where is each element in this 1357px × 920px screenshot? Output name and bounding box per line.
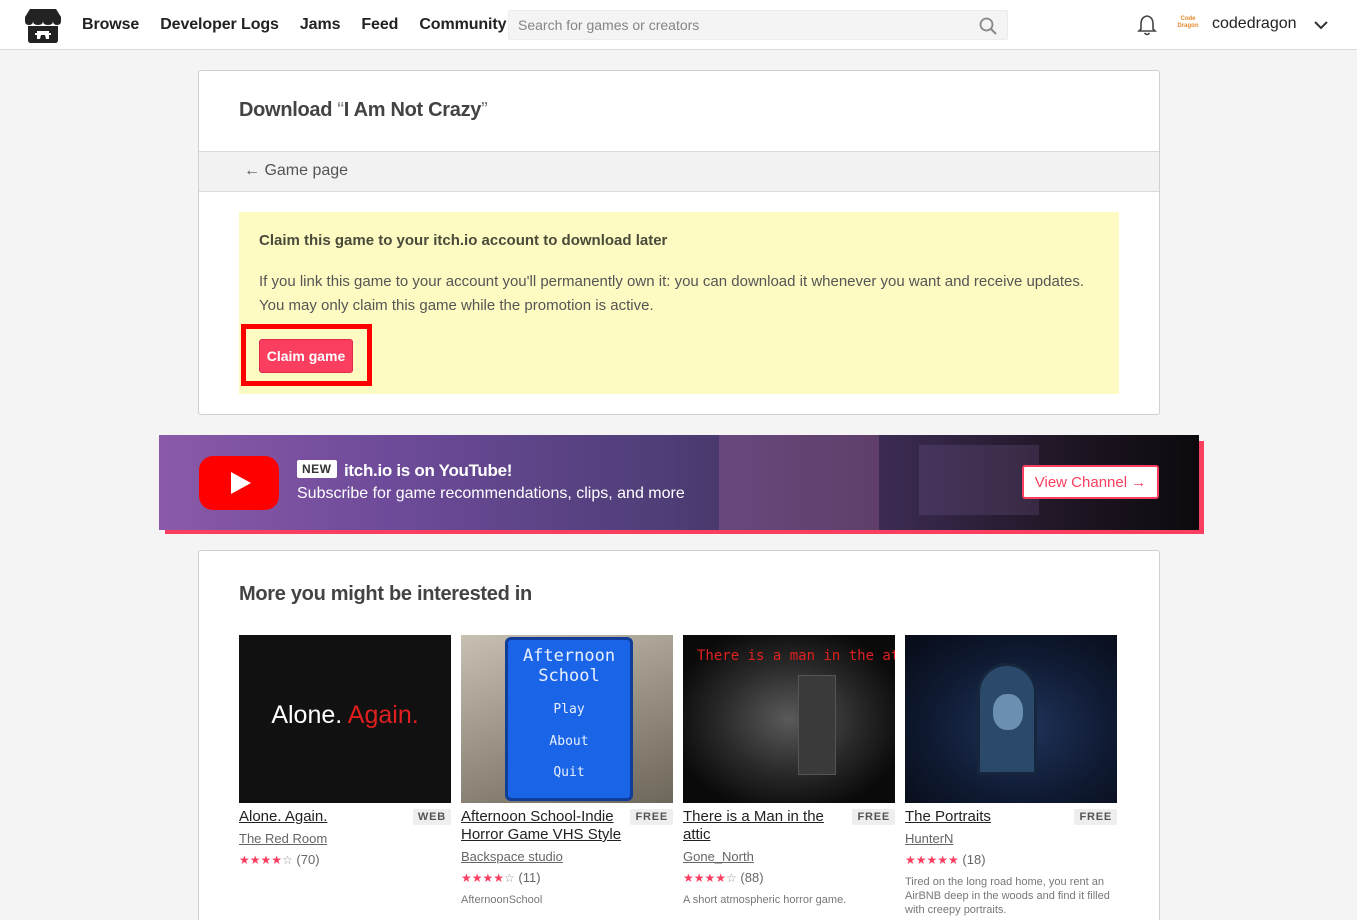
thumbnail-menu-about: About [549, 734, 589, 749]
game-cell: The Portraits FREE HunterN ★★★★★ (18) Ti… [905, 635, 1117, 916]
nav-browse[interactable]: Browse [82, 16, 139, 34]
star-rating-icon: ★★★★☆ [239, 853, 293, 867]
thumbnail-title: Afternoon School [522, 646, 616, 686]
game-rating: ★★★★★ (18) [905, 852, 986, 867]
new-badge: NEW [297, 460, 337, 478]
thumbnail-text-white: Alone. [271, 701, 343, 729]
nav-developer-logs[interactable]: Developer Logs [160, 16, 279, 34]
star-rating-icon: ★★★★☆ [461, 871, 515, 885]
game-author[interactable]: Backspace studio [461, 849, 563, 864]
back-bar: ← Game page [199, 151, 1159, 192]
thumbnail-menu-quit: Quit [553, 765, 585, 780]
rating-count: (70) [296, 852, 320, 867]
thumbnail-face [993, 694, 1023, 730]
banner-background-art [719, 435, 879, 530]
notification-bell-icon[interactable] [1136, 14, 1158, 36]
title-prefix: Download [239, 99, 333, 121]
game-thumbnail[interactable]: There is a man in the attic [683, 635, 895, 803]
game-rating: ★★★★☆ (11) [461, 870, 541, 885]
username[interactable]: codedragon [1212, 15, 1297, 33]
claim-description: If you link this game to your account yo… [259, 273, 1084, 314]
game-name: I Am Not Crazy [343, 99, 482, 121]
search-box [508, 10, 1008, 40]
search-input[interactable] [509, 11, 969, 39]
claim-game-button[interactable]: Claim game [259, 339, 353, 373]
game-author[interactable]: The Red Room [239, 831, 327, 846]
close-quote: ” [481, 99, 488, 121]
view-channel-button[interactable]: View Channel → [1022, 465, 1159, 499]
nav-feed[interactable]: Feed [361, 16, 398, 34]
youtube-banner-title: itch.io is on YouTube! [344, 461, 513, 480]
rating-count: (18) [962, 852, 986, 867]
game-author[interactable]: Gone_North [683, 849, 754, 864]
game-title[interactable]: There is a Man in the attic [683, 808, 848, 844]
itchio-logo-icon[interactable] [24, 7, 62, 44]
price-tag: FREE [852, 809, 895, 825]
star-rating-icon: ★★★★★ [905, 853, 959, 867]
thumbnail-door [798, 675, 836, 775]
game-title[interactable]: Afternoon School-Indie Horror Game VHS S… [461, 808, 626, 844]
chevron-down-icon[interactable] [1312, 16, 1330, 34]
game-description: Tired on the long road home, you rent an… [905, 876, 1110, 916]
price-tag: FREE [630, 809, 673, 825]
game-cell: Alone. Again. Alone. Again. WEB The Red … [239, 635, 451, 867]
thumbnail-text-red: Again. [347, 701, 419, 729]
search-icon[interactable] [979, 17, 997, 35]
game-title[interactable]: Alone. Again. [239, 808, 404, 826]
claim-title: Claim this game to your itch.io account … [259, 232, 668, 249]
price-tag: FREE [1074, 809, 1117, 825]
recommendations-panel: More you might be interested in Alone. A… [198, 550, 1160, 920]
page-title: Download “I Am Not Crazy” [239, 99, 488, 122]
youtube-banner[interactable]: NEW itch.io is on YouTube! Subscribe for… [159, 435, 1199, 530]
download-panel: Download “I Am Not Crazy” ← Game page Cl… [198, 70, 1160, 415]
thumbnail-text: Alone. Again. [239, 701, 451, 730]
game-cell: There is a man in the attic There is a M… [683, 635, 895, 906]
main-nav: Browse Developer Logs Jams Feed Communit… [82, 0, 527, 50]
game-page-link[interactable]: ← Game page [244, 162, 348, 180]
thumbnail-screen: Afternoon School Play About Quit [505, 637, 633, 801]
game-cell: Afternoon School Play About Quit Afterno… [461, 635, 673, 906]
game-rating: ★★★★☆ (88) [683, 870, 764, 885]
thumbnail-menu-play: Play [553, 702, 585, 717]
nav-community[interactable]: Community [419, 16, 506, 34]
banner-background-art [919, 445, 1039, 515]
platform-tag: WEB [412, 809, 451, 825]
avatar[interactable]: Code Dragon [1174, 13, 1202, 37]
recommendations-title: More you might be interested in [239, 583, 532, 605]
rating-count: (11) [518, 870, 541, 885]
game-title[interactable]: The Portraits [905, 808, 1070, 826]
youtube-logo-icon [199, 456, 279, 510]
rating-count: (88) [740, 870, 764, 885]
game-thumbnail[interactable]: Afternoon School Play About Quit [461, 635, 673, 803]
nav-jams[interactable]: Jams [300, 16, 341, 34]
game-rating: ★★★★☆ (70) [239, 852, 320, 867]
game-description: A short atmospheric horror game. [683, 894, 847, 906]
game-thumbnail[interactable]: Alone. Again. [239, 635, 451, 803]
top-header: Browse Developer Logs Jams Feed Communit… [0, 0, 1357, 50]
thumbnail-caption: There is a man in the attic [697, 648, 895, 664]
claim-notice: Claim this game to your itch.io account … [239, 212, 1119, 394]
game-thumbnail[interactable] [905, 635, 1117, 803]
thumbnail-portrait [977, 663, 1037, 775]
game-description: AfternoonSchool [461, 894, 543, 906]
game-author[interactable]: HunterN [905, 831, 953, 846]
star-rating-icon: ★★★★☆ [683, 871, 737, 885]
youtube-banner-subtitle: Subscribe for game recommendations, clip… [297, 485, 685, 502]
